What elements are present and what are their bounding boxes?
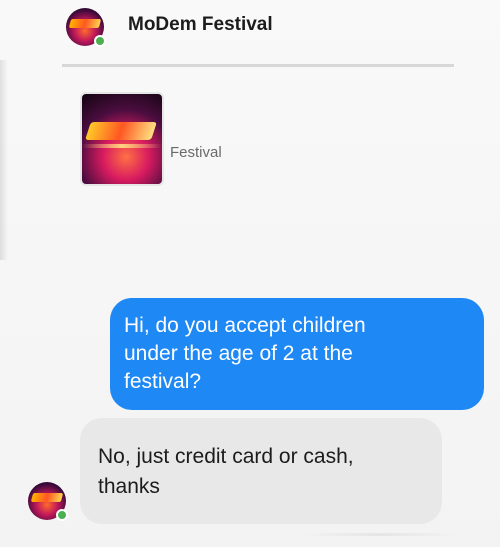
outgoing-message-bubble[interactable]: Hi, do you accept children under the age… [110, 298, 484, 410]
page-cover-image[interactable] [80, 92, 164, 186]
conversation-title[interactable]: MoDem Festival [128, 14, 273, 36]
online-status-icon [56, 509, 68, 521]
sender-avatar[interactable] [28, 482, 68, 521]
page-category: Festival [170, 144, 222, 161]
incoming-message-bubble[interactable]: No, just credit card or cash, thanks [80, 418, 442, 524]
bottom-shadow [300, 533, 460, 536]
chat-window: MoDem Festival Festival Hi, do you accep… [0, 0, 500, 547]
online-status-icon [94, 35, 106, 47]
header-divider [62, 64, 454, 67]
panel-edge-shadow [0, 60, 8, 260]
header-avatar[interactable] [66, 8, 106, 47]
